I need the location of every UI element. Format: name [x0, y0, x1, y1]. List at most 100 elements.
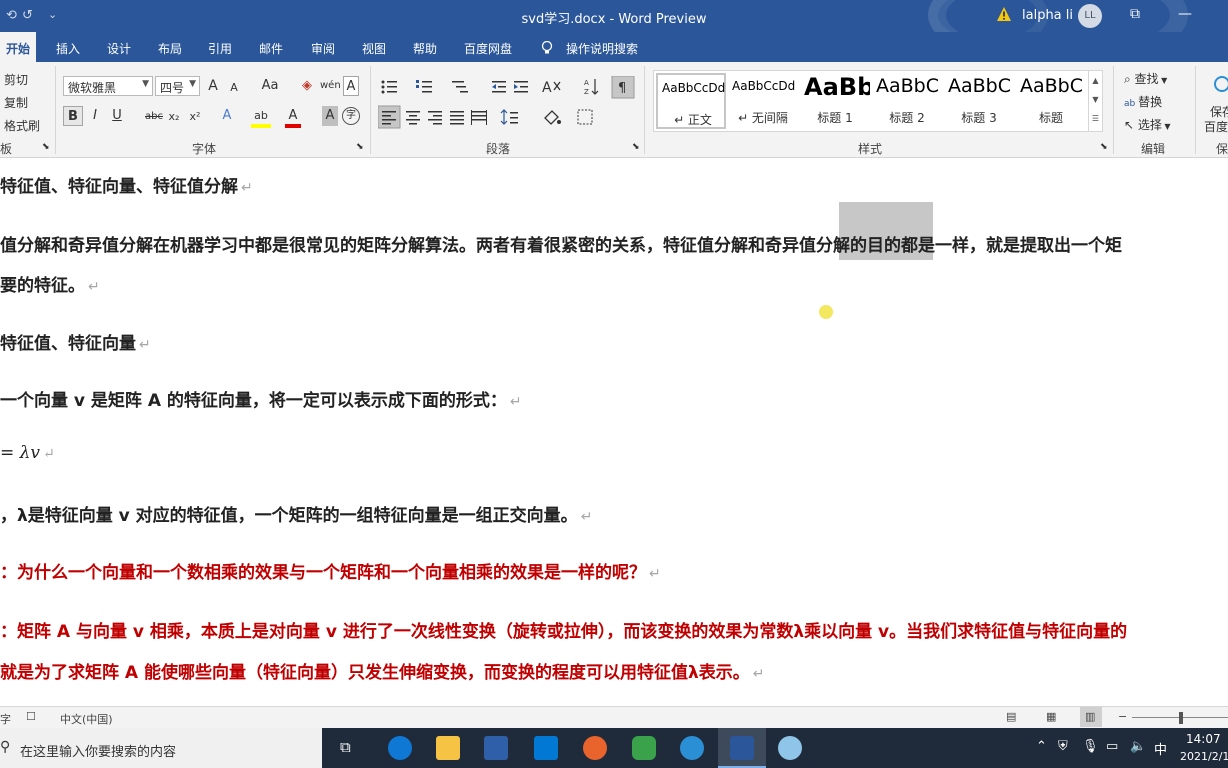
warning-icon[interactable]	[996, 6, 1012, 22]
style-heading-2[interactable]: AaBbC 标题 2	[872, 73, 942, 129]
chevron-up-icon[interactable]: ⌃	[1036, 739, 1047, 754]
character-border-button[interactable]: A	[343, 76, 359, 96]
tab-layout[interactable]: 布局	[158, 40, 182, 57]
font-launcher-icon[interactable]: ⬊	[356, 142, 364, 152]
grow-font-button[interactable]: A	[206, 76, 220, 96]
cloud-save-icon[interactable]	[1212, 74, 1228, 94]
mail-icon[interactable]	[534, 736, 558, 760]
save-to-baidu-label-2[interactable]: 百度	[1204, 118, 1228, 135]
edge-icon[interactable]	[388, 736, 412, 760]
tab-home[interactable]: 开始	[0, 32, 37, 62]
proofing-icon[interactable]: ☐	[26, 710, 36, 723]
tab-references[interactable]: 引用	[208, 40, 232, 57]
bullets-icon[interactable]	[381, 80, 398, 94]
text-effects-button[interactable]: A	[219, 106, 235, 126]
app-icon-red[interactable]	[583, 736, 607, 760]
document-canvas[interactable]: 特征值、特征向量、特征值分解 ↵ 值分解和奇异值分解在机器学习中都是很常见的矩阵分…	[0, 158, 1228, 706]
tab-view[interactable]: 视图	[362, 40, 386, 57]
select-button[interactable]: ↖ 选择 ▼	[1124, 116, 1171, 133]
distributed-icon[interactable]	[471, 110, 487, 125]
paint-icon[interactable]	[778, 736, 802, 760]
store-icon[interactable]	[484, 736, 508, 760]
decrease-indent-icon[interactable]	[492, 81, 506, 93]
underline-button[interactable]: U	[110, 106, 124, 126]
zoom-slider-thumb[interactable]	[1179, 712, 1183, 724]
sort-icon[interactable]: AZ	[584, 79, 599, 96]
language-indicator[interactable]: 中文(中国)	[60, 711, 113, 727]
wechat-icon[interactable]	[632, 736, 656, 760]
tab-baidu-netdisk[interactable]: 百度网盘	[464, 40, 512, 57]
clipboard-launcher-icon[interactable]: ⬊	[42, 142, 50, 152]
print-layout-icon[interactable]: ▦	[1046, 710, 1056, 723]
replace-button[interactable]: ab 替换	[1124, 93, 1162, 110]
avatar[interactable]: LL	[1078, 4, 1102, 28]
gallery-scroll[interactable]: ▲ ▼ ☰	[1088, 71, 1102, 131]
chevron-up-icon[interactable]: ▲	[1089, 71, 1102, 90]
format-painter-button[interactable]: 格式刷	[4, 117, 40, 134]
tab-review[interactable]: 审阅	[311, 40, 335, 57]
task-view-icon[interactable]: ⧉	[340, 738, 351, 756]
word-count[interactable]: 字	[0, 711, 11, 727]
superscript-button[interactable]: x²	[187, 107, 203, 127]
word-taskbar-button[interactable]	[718, 728, 766, 768]
taskbar-search[interactable]: ⚲ 在这里输入你要搜索的内容	[0, 728, 322, 768]
character-shading-button[interactable]: A	[322, 106, 338, 126]
align-center-icon[interactable]	[406, 111, 420, 125]
microphone-icon[interactable]: 🎙	[1082, 739, 1099, 754]
tab-mailings[interactable]: 邮件	[259, 40, 283, 57]
clock-time[interactable]: 14:07	[1186, 732, 1221, 746]
security-icon[interactable]: ⛨	[1058, 739, 1068, 754]
chinese-layout-icon[interactable]: A	[542, 80, 561, 96]
justify-icon[interactable]	[450, 111, 464, 125]
read-mode-icon[interactable]: ▤	[1006, 710, 1016, 723]
find-button[interactable]: ⌕ 查找 ▼	[1124, 70, 1167, 87]
ime-indicator[interactable]: 中	[1154, 739, 1167, 758]
file-explorer-icon[interactable]	[436, 736, 460, 760]
tab-help[interactable]: 帮助	[413, 40, 437, 57]
font-color-button[interactable]: A	[285, 106, 301, 128]
user-name[interactable]: lalpha li	[1022, 8, 1073, 23]
increase-indent-icon[interactable]	[514, 81, 528, 93]
volume-icon[interactable]: 🔈	[1130, 739, 1146, 754]
style-no-spacing[interactable]: AaBbCcDd ↵ 无间隔	[728, 73, 798, 129]
zoom-out-button[interactable]: −	[1118, 710, 1127, 723]
show-marks-icon[interactable]: ¶	[611, 76, 635, 99]
ribbon-display-options-icon[interactable]: ⧉	[1130, 6, 1140, 22]
styles-launcher-icon[interactable]: ⬊	[1100, 142, 1108, 152]
align-right-icon[interactable]	[428, 111, 442, 125]
numbering-icon[interactable]	[416, 80, 432, 93]
strikethrough-button[interactable]: abc	[144, 107, 164, 127]
paragraph-launcher-icon[interactable]: ⬊	[632, 142, 640, 152]
change-case-button[interactable]: Aa	[256, 76, 284, 96]
bold-button[interactable]: B	[63, 106, 83, 126]
highlight-button[interactable]: ab	[251, 106, 271, 128]
align-left-icon[interactable]	[378, 105, 401, 129]
baidu-netdisk-icon[interactable]	[680, 736, 704, 760]
style-normal[interactable]: AaBbCcDd ↵ 正文	[656, 73, 726, 129]
clock-date[interactable]: 2021/2/1	[1180, 750, 1228, 763]
shrink-font-button[interactable]: A	[228, 78, 240, 98]
multilevel-list-icon[interactable]	[452, 81, 468, 93]
style-heading-3[interactable]: AaBbC 标题 3	[944, 73, 1014, 129]
battery-icon[interactable]: ▭	[1106, 739, 1118, 754]
cut-button[interactable]: 剪切	[4, 71, 28, 88]
style-heading-1[interactable]: AaBb 标题 1	[800, 73, 870, 129]
tell-me-search[interactable]: 操作说明搜索	[566, 40, 638, 57]
chevron-down-icon[interactable]: ▼	[1089, 90, 1102, 109]
tab-design[interactable]: 设计	[107, 40, 131, 57]
line-spacing-icon[interactable]	[500, 109, 518, 125]
more-styles-icon[interactable]: ☰	[1089, 109, 1102, 128]
tab-insert[interactable]: 插入	[56, 40, 80, 57]
enclose-characters-button[interactable]: 字	[342, 107, 360, 125]
minimize-button[interactable]: —	[1178, 6, 1192, 22]
style-title[interactable]: AaBbC 标题	[1016, 73, 1086, 129]
clear-formatting-button[interactable]: ◈	[299, 76, 315, 96]
font-size-combo[interactable]: 四号 ▼	[155, 76, 200, 96]
shading-icon[interactable]	[544, 110, 561, 125]
subscript-button[interactable]: x₂	[166, 107, 182, 127]
borders-icon[interactable]	[577, 109, 593, 125]
web-layout-icon[interactable]: ▥	[1080, 707, 1102, 727]
copy-button[interactable]: 复制	[4, 94, 28, 111]
font-name-combo[interactable]: 微软雅黑 ▼	[63, 76, 153, 96]
phonetic-guide-button[interactable]: wén	[320, 76, 341, 96]
